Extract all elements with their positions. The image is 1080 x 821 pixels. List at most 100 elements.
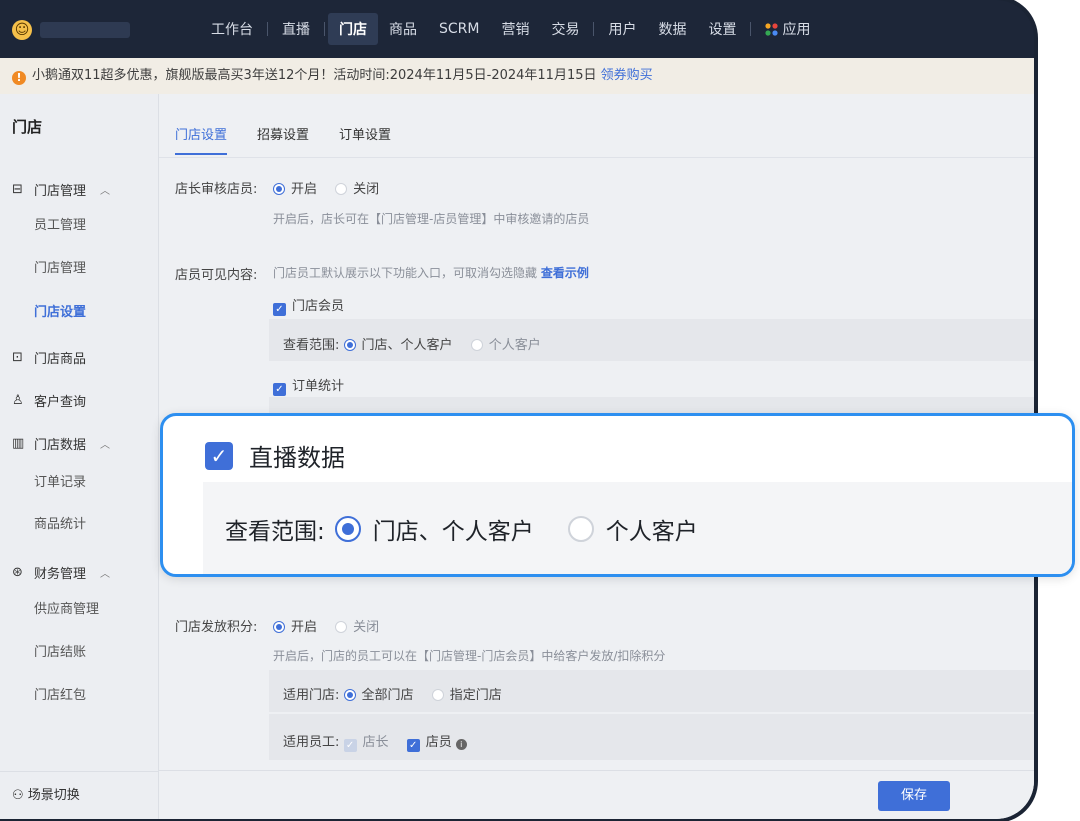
member-checkbox[interactable]: ✓ 门店会员 [273,295,344,316]
nav-item-apps-label: 应用 [782,22,811,38]
warning-icon: ! [12,71,26,85]
nav-item-apps[interactable]: 应用 [754,13,821,45]
banner-link[interactable]: 领券购买 [601,68,653,83]
wallet-icon: ⊛ [12,565,23,580]
nav-item-goods[interactable]: 商品 [378,13,428,45]
sidebar-group-finance[interactable]: ⊛ 财务管理 ︿ [12,563,110,582]
info-icon[interactable]: i [455,739,467,750]
sidebar-group-store-goods[interactable]: ⊡ 门店商品 [12,348,86,367]
nav-divider [593,22,595,36]
audit-off-label: 关闭 [353,182,380,197]
live-data-scope: 查看范围: 门店、个人客户 个人客户 [225,512,732,546]
checkbox-checked-icon[interactable]: ✓ [273,303,286,316]
sidebar-item-staff[interactable]: 员工管理 [34,214,86,233]
sidebar-item-order-records[interactable]: 订单记录 [34,471,86,490]
view-example-link[interactable]: 查看示例 [541,266,589,280]
radio-checked[interactable] [273,183,285,195]
order-stats-scope-row [269,397,1034,413]
sidebar-item-goods-stats[interactable]: 商品统计 [34,513,86,532]
radio-checked[interactable] [273,621,285,633]
order-stats-checkbox[interactable]: ✓ 订单统计 [273,375,344,396]
points-store-some-label: 指定门店 [449,688,502,703]
visible-content-label: 店员可见内容: [175,268,258,283]
radio-unchecked[interactable] [335,621,348,633]
user-search-icon: ♙ [12,393,24,408]
points-store-some[interactable]: 指定门店 [431,688,502,703]
tab-order-settings[interactable]: 订单设置 [339,124,391,155]
sidebar-group-label: 客户查询 [34,395,87,410]
nav-item-data[interactable]: 数据 [647,13,697,45]
points-label: 门店发放积分: [175,620,258,635]
nav-item-workbench[interactable]: 工作台 [200,13,264,45]
live-data-scope-opt1-label: 门店、个人客户 [372,519,534,545]
live-data-checkbox[interactable]: ✓ 直播数据 [205,438,345,473]
points-off-option[interactable]: 关闭 [335,620,379,635]
sidebar-item-store-manage[interactable]: 门店管理 [34,257,86,276]
nav-item-users[interactable]: 用户 [597,13,647,45]
member-scope-opt1[interactable]: 门店、个人客户 [343,338,453,353]
checkbox-disabled-icon: ✓ [343,739,357,752]
points-store: 适用门店: 全部门店 指定门店 [283,684,516,703]
nav-item-marketing[interactable]: 营销 [490,13,540,45]
tab-recruit-settings[interactable]: 招募设置 [257,124,309,155]
member-label: 门店会员 [292,299,345,314]
save-button[interactable]: 保存 [878,781,950,811]
radio-checked[interactable] [343,339,356,351]
sidebar-group-customer-query[interactable]: ♙ 客户查询 [12,391,86,410]
radio-checked[interactable] [334,516,361,542]
bag-icon: ⊡ [12,350,23,365]
member-scope: 查看范围: 门店、个人客户 个人客户 [283,334,555,353]
radio-checked[interactable] [343,689,356,701]
audit-label: 店长审核店员: [175,182,258,197]
sidebar-item-store-settings[interactable]: 门店设置 [34,301,86,320]
live-data-scope-opt2-label: 个人客户 [605,519,698,545]
top-navigation: ☺ 工作台 直播 门店 商品 SCRM 营销 交易 用户 数据 设置 应用 [0,0,1034,58]
radio-unchecked[interactable] [335,183,348,195]
scene-switch[interactable]: ⚇ 场景切换 [0,771,158,819]
member-scope-opt1-label: 门店、个人客户 [361,338,453,353]
audit-on-option[interactable]: 开启 [273,182,317,197]
settings-tabs: 门店设置 招募设置 订单设置 [175,124,391,155]
audit-off-option[interactable]: 关闭 [335,182,379,197]
radio-unchecked[interactable] [431,689,444,701]
sidebar-group-store-data[interactable]: ▥ 门店数据 ︿ [12,434,110,453]
radio-unchecked[interactable] [470,339,483,351]
checkbox-checked-icon[interactable]: ✓ [273,383,286,396]
tab-store-settings[interactable]: 门店设置 [175,124,228,155]
points-hint: 开启后，门店的员工可以在【门店管理-门店会员】中给客户发放/扣除积分 [273,649,666,663]
nav-item-trade[interactable]: 交易 [540,13,590,45]
nav-item-settings[interactable]: 设置 [697,13,747,45]
chart-icon: ▥ [12,436,25,451]
live-data-scope-row: 查看范围: 门店、个人客户 个人客户 [203,482,1072,574]
radio-unchecked[interactable] [567,516,594,542]
member-scope-opt2[interactable]: 个人客户 [470,338,541,353]
checkbox-checked-icon[interactable]: ✓ [406,739,420,752]
sidebar-group-label: 门店数据 [34,438,87,453]
chevron-up-icon: ︿ [100,440,111,451]
points-store-all[interactable]: 全部门店 [343,688,414,703]
points-on-option[interactable]: 开启 [273,620,317,635]
points-on-label: 开启 [291,620,318,635]
sidebar-group-store-management[interactable]: ⊟ 门店管理 ︿ [12,180,110,199]
chevron-up-icon: ︿ [100,186,111,197]
nav-item-scrm[interactable]: SCRM [428,15,490,43]
staff-clerk-checkbox[interactable]: ✓ 店员 i [406,735,467,752]
sidebar-item-suppliers[interactable]: 供应商管理 [34,598,99,617]
sidebar-group-label: 门店商品 [34,352,87,367]
sidebar-item-settlement[interactable]: 门店结账 [34,641,86,660]
sidebar-title: 门店 [12,118,43,136]
store-icon: ⊟ [12,182,23,197]
live-data-scope-label: 查看范围: [225,519,325,545]
sidebar-group-label: 财务管理 [34,567,87,582]
checkbox-checked-icon[interactable]: ✓ [205,441,233,470]
staff-clerk-label: 店员 [425,735,452,750]
live-data-scope-opt2[interactable]: 个人客户 [567,512,698,546]
audit-on-label: 开启 [291,182,318,197]
points-staff: 适用员工: ✓ 店长 ✓ 店员 i [283,731,481,752]
nav-item-store[interactable]: 门店 [328,13,378,45]
logo-icon: ☺ [12,20,32,40]
live-data-scope-opt1[interactable]: 门店、个人客户 [334,512,534,546]
points-radio-group: 开启 关闭 [273,616,393,635]
sidebar-item-red-packets[interactable]: 门店红包 [34,684,86,703]
nav-item-live[interactable]: 直播 [271,13,321,45]
